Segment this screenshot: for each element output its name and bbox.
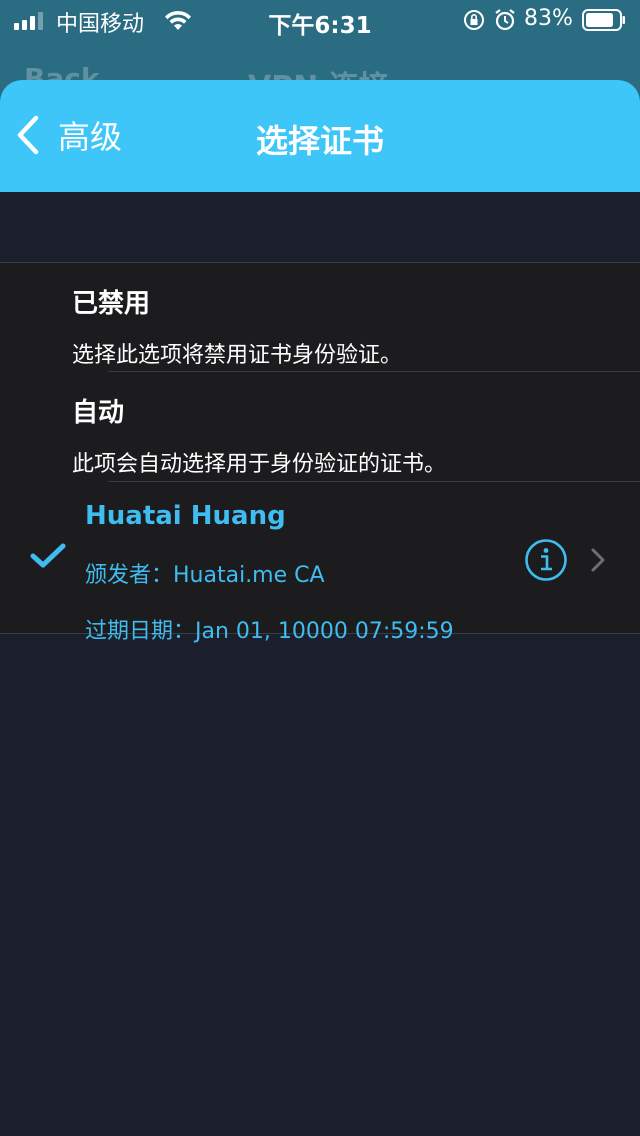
option-automatic-description: 此项会自动选择用于身份验证的证书。 bbox=[72, 452, 447, 477]
screen: 中国移动 下午6:31 83% Back VPN 连接 bbox=[0, 0, 640, 1136]
option-disabled-title: 已禁用 bbox=[72, 289, 151, 319]
status-bar: 中国移动 下午6:31 83% bbox=[0, 0, 640, 40]
page-title: 选择证书 bbox=[255, 122, 384, 160]
info-icon[interactable] bbox=[524, 538, 568, 582]
battery-percent: 83% bbox=[524, 6, 573, 31]
checkmark-icon bbox=[30, 543, 66, 568]
option-disabled[interactable]: 已禁用 选择此选项将禁用证书身份验证。 bbox=[0, 263, 640, 371]
battery-icon bbox=[582, 9, 625, 31]
navigation-bar: 高级 选择证书 bbox=[0, 80, 640, 192]
certificate-issuer: 颁发者：Huatai.me CA bbox=[85, 563, 325, 588]
option-automatic[interactable]: 自动 此项会自动选择用于身份验证的证书。 bbox=[0, 372, 640, 481]
certificate-options-list: 已禁用 选择此选项将禁用证书身份验证。 自动 此项会自动选择用于身份验证的证书。… bbox=[0, 262, 640, 644]
select-certificate-sheet: 高级 选择证书 已禁用 选择此选项将禁用证书身份验证。 自动 此项会自动选择用于… bbox=[0, 80, 640, 1136]
chevron-right-icon bbox=[591, 548, 605, 572]
option-automatic-title: 自动 bbox=[72, 398, 125, 428]
option-disabled-description: 选择此选项将禁用证书身份验证。 bbox=[72, 343, 403, 368]
certificate-name: Huatai Huang bbox=[85, 501, 286, 531]
orientation-lock-icon bbox=[464, 10, 484, 30]
alarm-icon bbox=[495, 9, 515, 31]
certificate-expiry: 过期日期：Jan 01, 10000 07:59:59 bbox=[85, 619, 454, 644]
